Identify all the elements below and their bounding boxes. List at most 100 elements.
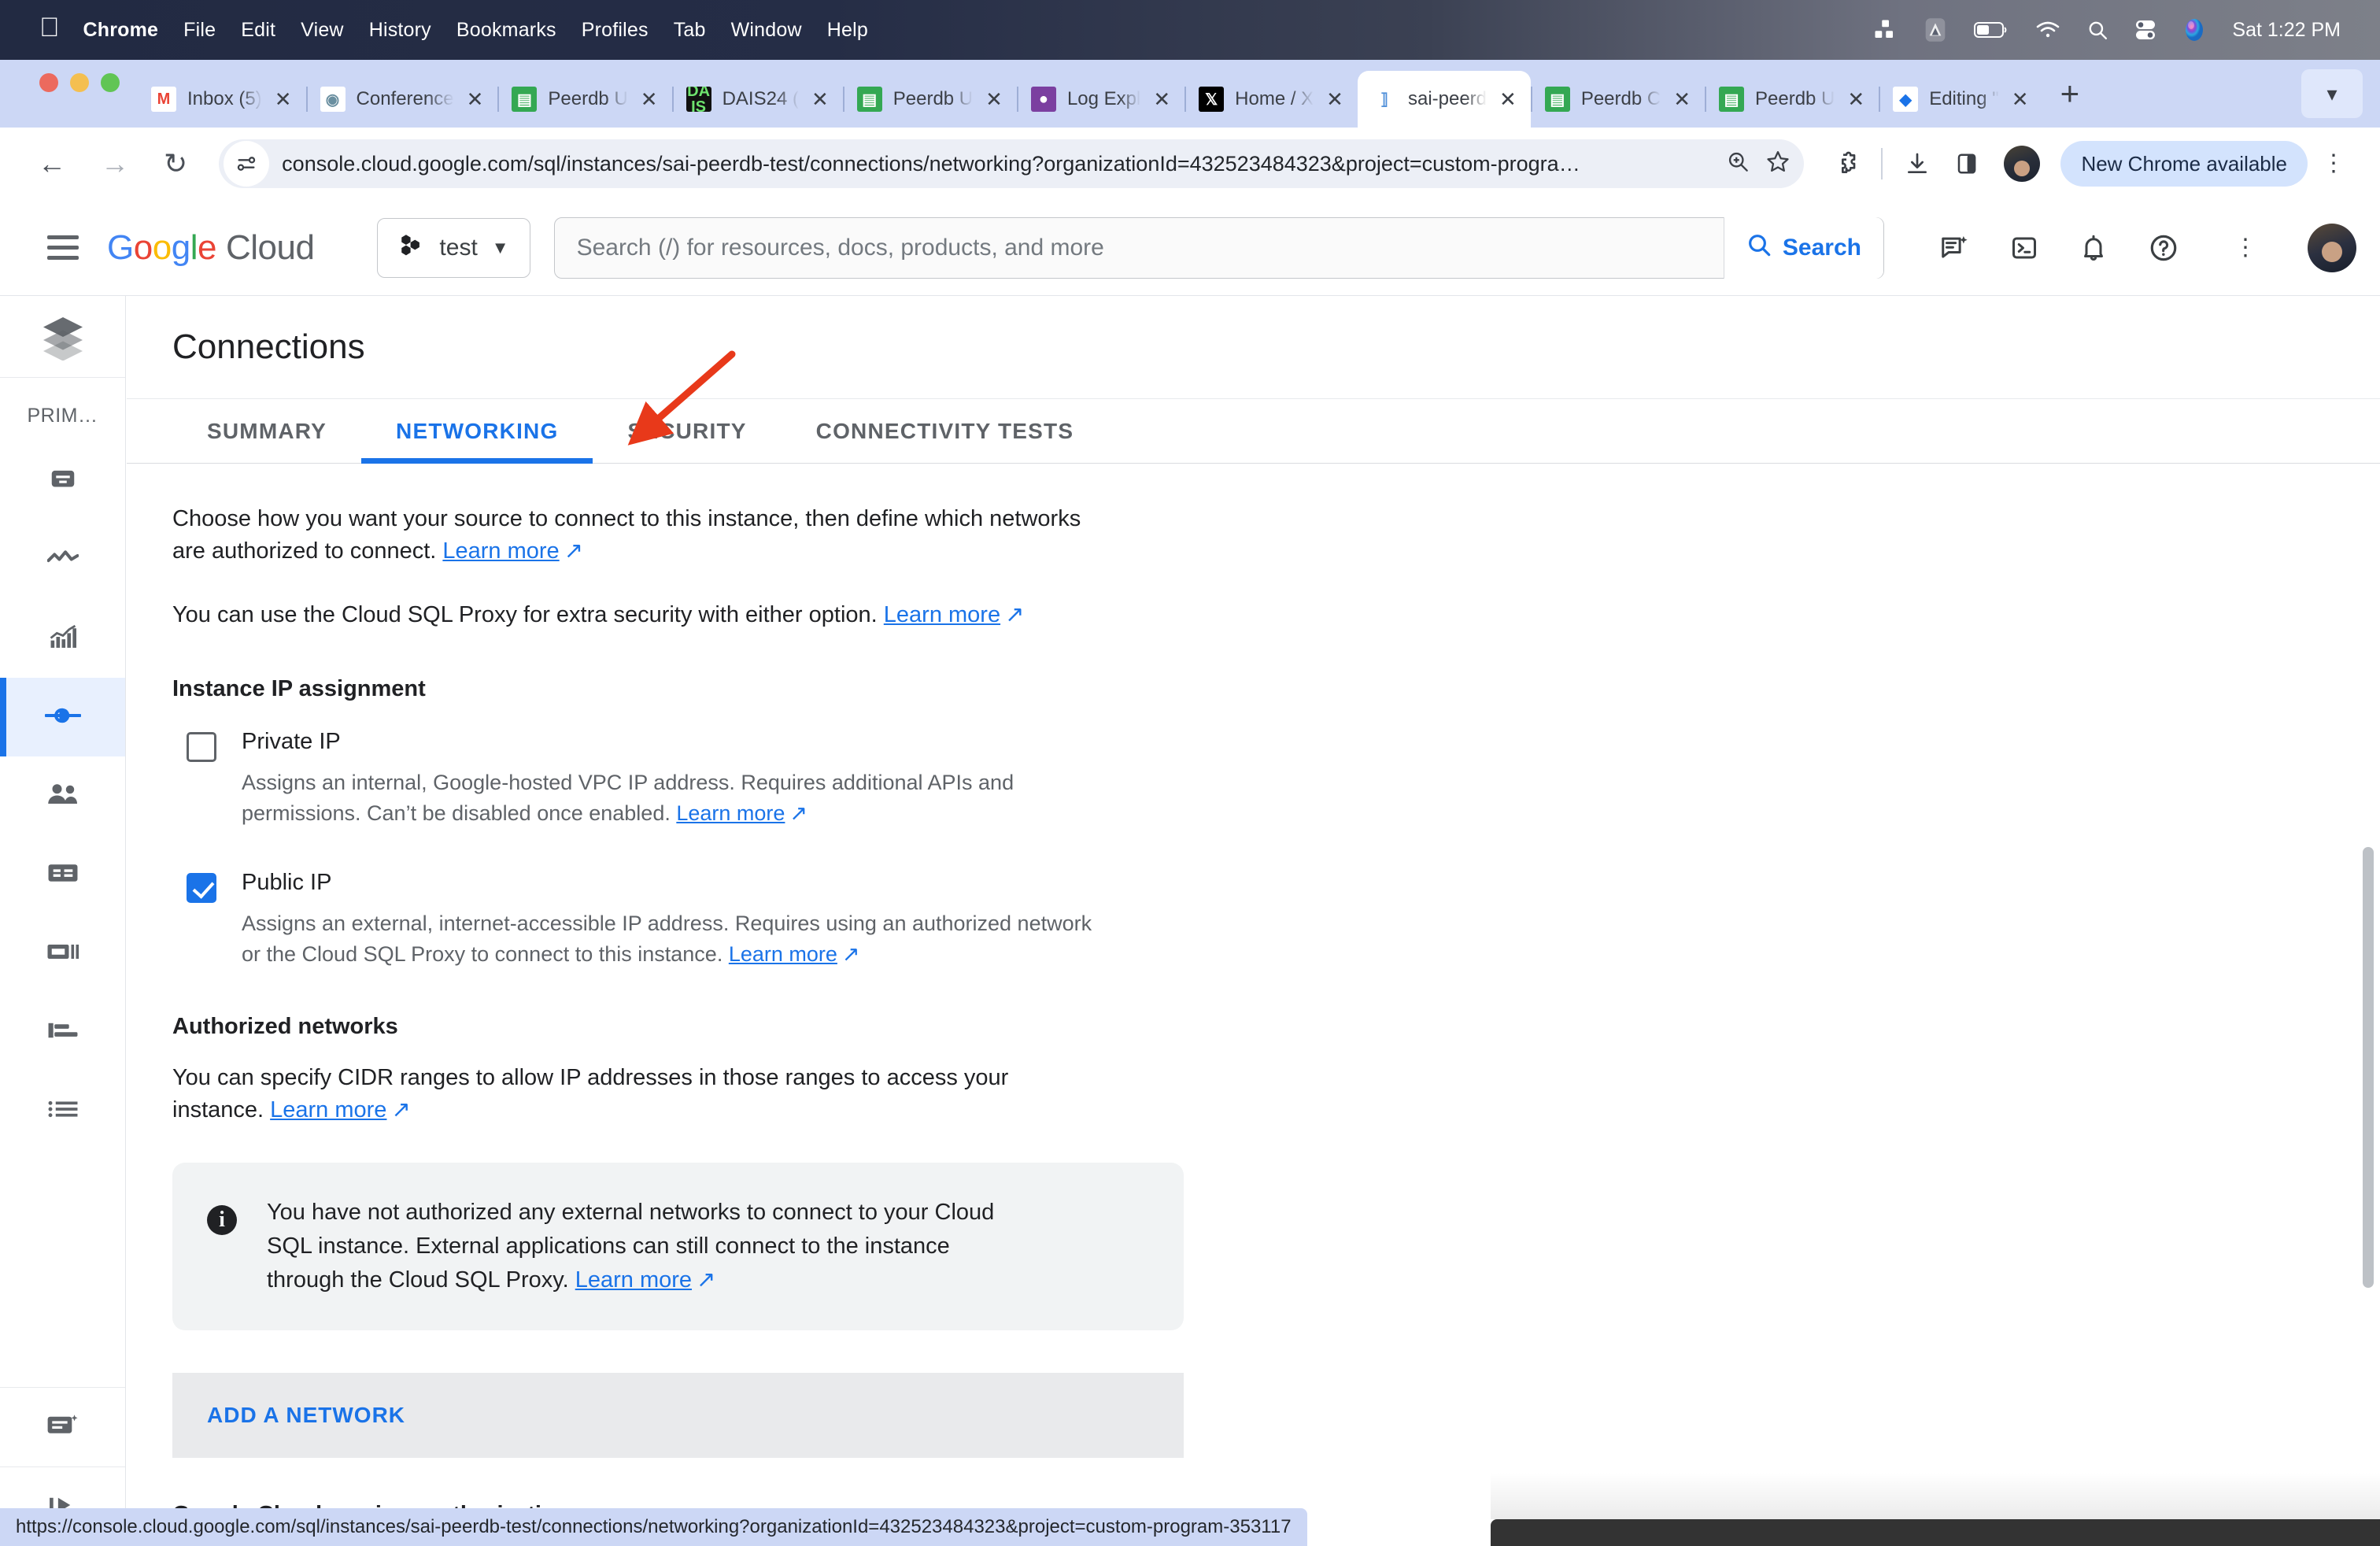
public-ip-option[interactable]: Public IP Assigns an external, internet-… [172,870,1354,970]
menu-file[interactable]: File [183,19,216,42]
private-ip-option[interactable]: Private IP Assigns an internal, Google-h… [172,729,1354,829]
tab-summary[interactable]: SUMMARY [172,398,361,463]
close-window-button[interactable] [39,73,58,92]
close-tab-icon[interactable]: ✕ [460,89,490,109]
address-bar[interactable]: console.cloud.google.com/sql/instances/s… [219,139,1804,188]
battery-icon[interactable] [1974,20,2009,39]
forward-button[interactable]: → [83,150,146,178]
menu-help[interactable]: Help [827,19,868,42]
sidebar-item-databases[interactable] [0,835,125,914]
sidebar-item-backups[interactable] [0,914,125,993]
learn-more-link[interactable]: Learn more↗ [884,602,1025,627]
sidebar-item-release-notes[interactable] [0,1388,125,1466]
browser-tab[interactable]: ▤ Peerdb C ✕ [1531,71,1705,128]
menu-view[interactable]: View [301,19,344,42]
logo-o2: o [153,228,172,267]
apple-menu-icon[interactable]:  [39,14,60,41]
google-cloud-logo[interactable]: GoogleCloud [107,228,314,268]
search-input[interactable] [555,235,1724,261]
tab-networking[interactable]: NETWORKING [361,398,593,463]
browser-tab[interactable]: ▤ Peerdb U ✕ [1705,71,1879,128]
zoom-icon[interactable] [1727,150,1749,178]
close-tab-icon[interactable]: ✕ [1320,89,1350,109]
learn-more-link[interactable]: Learn more↗ [575,1267,716,1293]
sidebar-item-operations[interactable] [0,1071,125,1150]
control-center-icon[interactable] [2134,20,2156,40]
downloads-icon[interactable] [1905,151,1930,176]
global-search[interactable]: Search [554,217,1884,279]
system-clock[interactable]: Sat 1:22 PM [2232,19,2341,42]
extensions-icon[interactable] [1834,151,1859,176]
reload-button[interactable]: ↻ [146,150,205,178]
menu-window[interactable]: Window [731,19,802,42]
hamburger-menu-icon[interactable] [47,229,79,266]
project-icon [398,231,425,264]
menu-chrome[interactable]: Chrome [83,19,159,42]
side-panel-icon[interactable] [1955,152,1979,176]
search-button[interactable]: Search [1724,217,1883,279]
sidebar-item-query-insights[interactable] [0,599,125,678]
wifi-icon[interactable] [2035,20,2060,39]
profile-avatar[interactable] [2004,146,2040,182]
browser-tab[interactable]: DAIS DAIS24 ( ✕ [672,71,843,128]
browser-tab[interactable]: ● Log Expl ✕ [1017,71,1184,128]
menu-bookmarks[interactable]: Bookmarks [456,19,556,42]
learn-more-link[interactable]: Learn more↗ [729,942,860,966]
sidebar-item-replicas[interactable] [0,993,125,1071]
adobe-icon[interactable] [1924,17,1947,43]
three-dot-menu-icon[interactable]: ⋮ [2308,152,2360,176]
learn-more-link[interactable]: Learn more↗ [442,538,583,564]
page-scrollbar[interactable] [2363,847,2374,1288]
add-a-network-button[interactable]: ADD A NETWORK [172,1373,1184,1458]
url-text[interactable]: console.cloud.google.com/sql/instances/s… [282,152,1709,176]
browser-tab[interactable]: ▤ Peerdb U ✕ [497,71,671,128]
sidebar-item-monitoring[interactable] [0,520,125,599]
siri-icon[interactable] [2183,17,2205,43]
close-tab-icon[interactable]: ✕ [1667,89,1697,109]
notifications-bell-icon[interactable] [2079,234,2108,262]
menu-history[interactable]: History [369,19,431,42]
site-settings-icon[interactable] [224,141,269,187]
close-tab-icon[interactable]: ✕ [1493,89,1523,109]
spotlight-search-icon[interactable] [2087,20,2108,40]
project-selector[interactable]: test ▼ [377,218,530,278]
gemini-chat-icon[interactable] [1939,233,1969,263]
close-tab-icon[interactable]: ✕ [805,89,835,109]
browser-tab[interactable]: ◉ Conference ✕ [306,71,498,128]
maximize-window-button[interactable] [101,73,120,92]
learn-more-link[interactable]: Learn more↗ [676,801,808,825]
close-tab-icon[interactable]: ✕ [979,89,1009,109]
cloud-shell-icon[interactable] [2010,234,2038,262]
browser-tab-active[interactable]: ⟧ sai-peerd ✕ [1358,71,1531,128]
browser-tab[interactable]: ◆ Editing " ✕ [1879,71,2042,128]
browser-tab[interactable]: 𝕏 Home / X ✕ [1184,71,1358,128]
new-chrome-available-button[interactable]: New Chrome available [2060,141,2308,187]
sidebar-item-connections[interactable] [0,678,125,756]
help-icon[interactable] [2149,233,2179,263]
new-tab-button[interactable]: + [2043,77,2097,128]
sidebar-item-users[interactable] [0,756,125,835]
browser-tab[interactable]: M Inbox (5) ✕ [137,71,306,128]
private-ip-checkbox[interactable] [187,732,216,762]
more-options-icon[interactable]: ⋮ [2219,236,2271,260]
minimize-window-button[interactable] [70,73,89,92]
star-icon[interactable] [1766,150,1790,179]
close-tab-icon[interactable]: ✕ [2005,89,2035,109]
close-tab-icon[interactable]: ✕ [1147,89,1177,109]
grid-icon[interactable] [1873,18,1897,42]
tab-search-chevron-down-icon[interactable]: ▾ [2301,69,2363,118]
public-ip-checkbox[interactable] [187,873,216,903]
tab-connectivity-tests[interactable]: CONNECTIVITY TESTS [782,398,1109,463]
close-tab-icon[interactable]: ✕ [268,89,298,109]
browser-tab[interactable]: ▤ Peerdb U ✕ [843,71,1017,128]
close-tab-icon[interactable]: ✕ [1841,89,1871,109]
account-avatar[interactable] [2308,224,2356,272]
menu-tab[interactable]: Tab [674,19,706,42]
menu-profiles[interactable]: Profiles [582,19,649,42]
learn-more-link[interactable]: Learn more↗ [270,1097,411,1123]
close-tab-icon[interactable]: ✕ [634,89,664,109]
back-button[interactable]: ← [20,150,83,178]
sidebar-item-overview[interactable] [0,442,125,520]
menu-edit[interactable]: Edit [241,19,275,42]
tab-security[interactable]: SECURITY [593,398,781,463]
